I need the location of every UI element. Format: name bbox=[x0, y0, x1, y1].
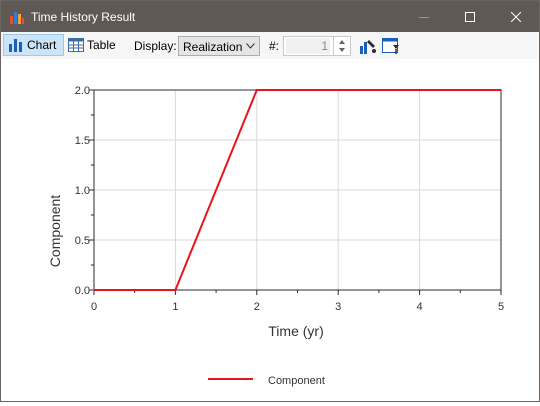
close-button[interactable] bbox=[493, 1, 539, 32]
number-label: #: bbox=[269, 39, 280, 53]
title-bar: Time History Result bbox=[1, 1, 539, 32]
minimize-icon bbox=[419, 16, 429, 18]
chart-legend: Component bbox=[208, 375, 325, 387]
table-view-label: Table bbox=[87, 38, 116, 52]
y-tick-label: 1.5 bbox=[75, 135, 90, 147]
chart-properties-icon bbox=[360, 40, 376, 54]
x-tick-label: 1 bbox=[172, 301, 178, 313]
chart-properties-button[interactable] bbox=[358, 36, 378, 56]
toolbar: Chart Table Display: Realization #: 1 bbox=[1, 32, 539, 59]
bar-chart-app-icon bbox=[9, 9, 25, 25]
bar-chart-icon bbox=[9, 39, 22, 52]
realization-number-stepper[interactable]: 1 bbox=[283, 36, 351, 56]
chart-style-icon bbox=[382, 38, 399, 54]
minimize-button[interactable] bbox=[401, 1, 447, 32]
display-label: Display: bbox=[134, 39, 177, 53]
x-tick-label: 2 bbox=[254, 301, 260, 313]
time-history-chart: 0 1 2 3 4 5 0.0 0.5 1.0 1.5 2.0 Time (yr) Componen… bbox=[47, 85, 504, 387]
table-icon bbox=[68, 38, 84, 52]
realization-number-field[interactable]: 1 bbox=[286, 38, 330, 54]
y-tick-label: 0.0 bbox=[75, 285, 90, 297]
x-axis-label: Time (yr) bbox=[268, 323, 323, 339]
series-point bbox=[256, 89, 258, 91]
y-tick-label: 1.0 bbox=[75, 185, 90, 197]
y-axis-label: Component bbox=[47, 195, 63, 267]
legend-series-label: Component bbox=[268, 375, 325, 387]
chart-grid bbox=[93, 89, 502, 291]
maximize-icon bbox=[465, 11, 475, 22]
spin-arrows-icon[interactable] bbox=[334, 37, 350, 55]
display-select-value: Realization bbox=[183, 40, 243, 54]
time-history-window: Time History Result Chart Table Display:… bbox=[0, 0, 540, 402]
chart-ticks: 0 1 2 3 4 5 0.0 0.5 1.0 1.5 2.0 bbox=[75, 85, 504, 313]
table-view-button[interactable]: Table bbox=[68, 34, 120, 56]
close-icon bbox=[511, 11, 521, 22]
series-point bbox=[174, 289, 177, 291]
chart-view-button[interactable]: Chart bbox=[3, 34, 64, 56]
x-tick-label: 4 bbox=[417, 301, 423, 313]
chart-area: 0 1 2 3 4 5 0.0 0.5 1.0 1.5 2.0 Time (yr) Componen… bbox=[1, 59, 539, 401]
x-tick-label: 3 bbox=[335, 301, 341, 313]
x-tick-label: 0 bbox=[91, 301, 97, 313]
y-tick-label: 2.0 bbox=[75, 85, 90, 97]
chart-style-button[interactable] bbox=[381, 36, 401, 56]
chart-view-label: Chart bbox=[27, 38, 57, 52]
series-point bbox=[500, 89, 502, 91]
series-point bbox=[93, 289, 95, 291]
x-tick-label: 5 bbox=[498, 301, 504, 313]
window-title: Time History Result bbox=[31, 10, 136, 24]
y-tick-label: 0.5 bbox=[75, 235, 90, 247]
maximize-button[interactable] bbox=[447, 1, 493, 32]
chevron-down-icon bbox=[246, 43, 255, 49]
display-select[interactable]: Realization bbox=[178, 36, 260, 56]
